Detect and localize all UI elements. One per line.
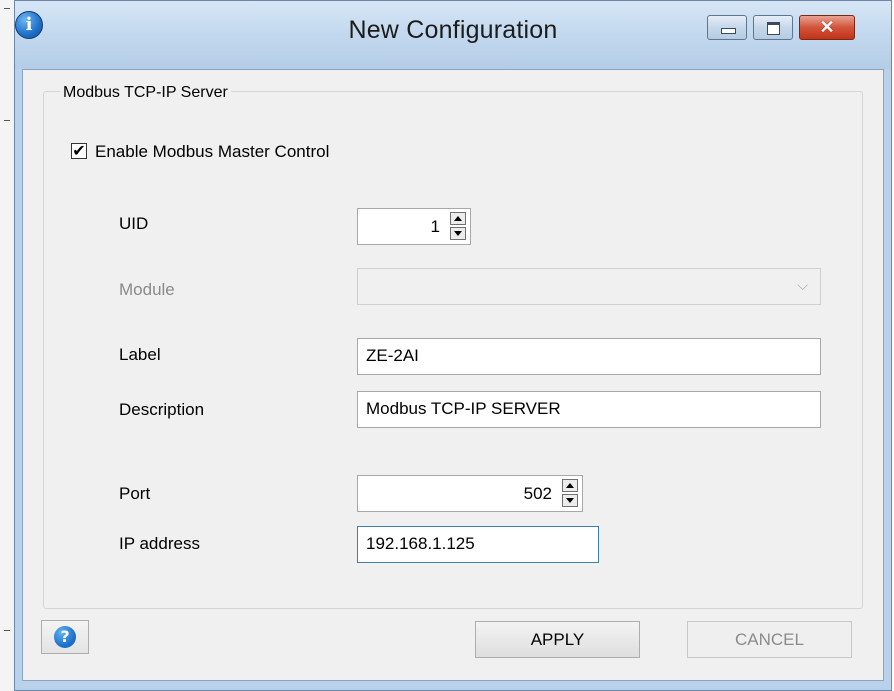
ip-address-label: IP address [119,534,200,553]
port-stepper-arrows [562,479,579,508]
uid-stepper-arrows [450,212,467,241]
label-label: Label [119,345,161,364]
apply-button[interactable]: APPLY [475,621,640,658]
dialog-body: Modbus TCP-IP Server ✔ Enable Modbus Mas… [22,69,884,681]
stepper-up-icon[interactable] [562,479,578,492]
edge-tick [4,8,10,9]
port-value: 502 [523,484,552,503]
description-field[interactable]: Modbus TCP-IP SERVER [357,391,821,428]
edge-tick [4,120,10,121]
port-stepper[interactable]: 502 [357,475,583,512]
module-select: ⌵ [357,268,821,305]
port-label: Port [119,484,151,503]
groupbox-title: Modbus TCP-IP Server [60,84,231,102]
label-field[interactable]: ZE-2AI [357,338,821,375]
uid-stepper[interactable]: 1 [357,208,471,245]
close-button[interactable]: ✕ [799,15,855,40]
help-button[interactable]: ? [41,620,89,654]
stepper-up-icon[interactable] [450,212,466,225]
module-label: Module [119,280,175,299]
dialog-window: i New Configuration ✕ Modbus TCP-IP Serv… [14,0,892,691]
uid-label: UID [119,214,149,233]
close-icon: ✕ [819,17,835,37]
uid-value: 1 [430,217,440,236]
maximize-icon [767,22,780,35]
enable-master-control-checkbox[interactable]: ✔ [71,143,87,159]
background-window-edge [0,0,15,691]
help-icon: ? [54,626,76,648]
stepper-down-icon[interactable] [562,494,578,507]
maximize-button[interactable] [753,15,793,40]
title-bar[interactable]: i New Configuration ✕ [15,1,891,69]
edge-tick [4,630,10,631]
cancel-button: CANCEL [687,621,852,658]
ip-address-field[interactable]: 192.168.1.125 [357,526,599,563]
minimize-button[interactable] [707,15,747,40]
description-label: Description [119,400,205,419]
stepper-down-icon[interactable] [450,227,466,240]
minimize-icon [721,28,736,34]
chevron-down-icon: ⌵ [797,277,808,293]
enable-master-control-label[interactable]: Enable Modbus Master Control [95,142,329,162]
